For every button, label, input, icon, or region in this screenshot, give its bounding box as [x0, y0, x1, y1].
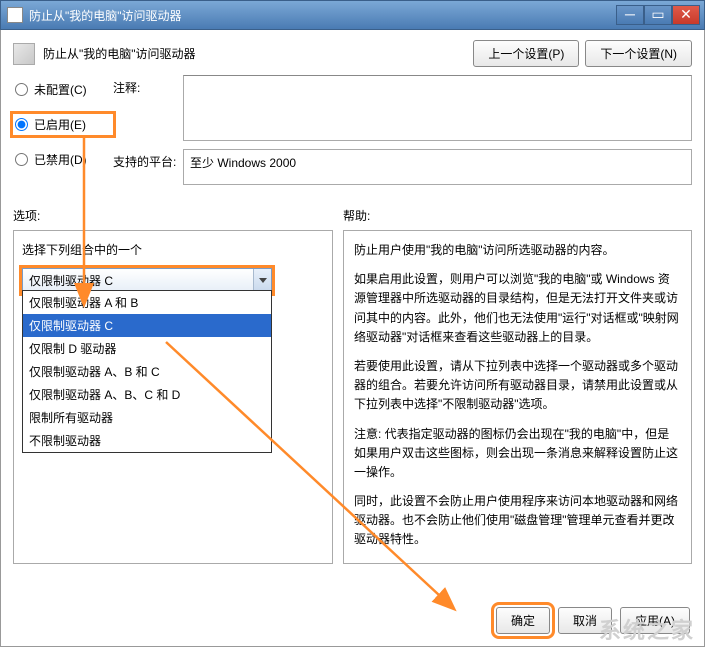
window-title: 防止从"我的电脑"访问驱动器 [29, 7, 616, 24]
options-section-label: 选项: [13, 207, 343, 224]
combo-item[interactable]: 仅限制 D 驱动器 [23, 337, 271, 360]
right-fields: 注释: 支持的平台: 至少 Windows 2000 [113, 75, 692, 193]
radio-disabled-input[interactable] [15, 153, 28, 166]
help-section-label: 帮助: [343, 207, 370, 224]
window-body: 防止从"我的电脑"访问驱动器 上一个设置(P) 下一个设置(N) 未配置(C) … [0, 30, 705, 647]
ok-button[interactable]: 确定 [496, 607, 550, 634]
help-p2: 如果启用此设置，则用户可以浏览"我的电脑"或 Windows 资源管理器中所选驱… [354, 270, 681, 347]
panels: 选择下列组合中的一个 仅限制驱动器 C 仅限制驱动器 A 和 B 仅限制驱动器 … [13, 230, 692, 564]
apply-button[interactable]: 应用(A) [620, 607, 690, 634]
section-labels: 选项: 帮助: [13, 207, 692, 224]
radio-not-configured-label: 未配置(C) [34, 81, 87, 98]
radio-not-configured-input[interactable] [15, 83, 28, 96]
combo-item[interactable]: 仅限制驱动器 A、B、C 和 D [23, 383, 271, 406]
next-setting-button[interactable]: 下一个设置(N) [585, 40, 692, 67]
help-panel: 防止用户使用"我的电脑"访问所选驱动器的内容。 如果启用此设置，则用户可以浏览"… [343, 230, 692, 564]
maximize-button[interactable]: ▭ [644, 5, 672, 25]
comment-input[interactable] [183, 75, 692, 141]
radio-enabled-label: 已启用(E) [34, 116, 86, 133]
radio-enabled-input[interactable] [15, 118, 28, 131]
nav-buttons: 上一个设置(P) 下一个设置(N) [473, 40, 692, 67]
options-panel: 选择下列组合中的一个 仅限制驱动器 C 仅限制驱动器 A 和 B 仅限制驱动器 … [13, 230, 333, 564]
radio-enabled[interactable]: 已启用(E) [13, 114, 113, 135]
help-p3: 若要使用此设置，请从下拉列表中选择一个驱动器或多个驱动器的组合。若要允许访问所有… [354, 357, 681, 415]
platform-value: 至少 Windows 2000 [183, 149, 692, 185]
help-p1: 防止用户使用"我的电脑"访问所选驱动器的内容。 [354, 241, 681, 260]
prev-setting-button[interactable]: 上一个设置(P) [473, 40, 579, 67]
radio-not-configured[interactable]: 未配置(C) [13, 79, 113, 100]
header-row: 防止从"我的电脑"访问驱动器 上一个设置(P) 下一个设置(N) [13, 40, 692, 67]
config-area: 未配置(C) 已启用(E) 已禁用(D) 注释: 支持的平台: 至少 Windo… [13, 75, 692, 193]
window-controls: ─ ▭ ✕ [616, 5, 700, 25]
combo-item[interactable]: 仅限制驱动器 A 和 B [23, 291, 271, 314]
minimize-button[interactable]: ─ [616, 5, 644, 25]
combo-item[interactable]: 限制所有驱动器 [23, 406, 271, 429]
drive-combo[interactable]: 仅限制驱动器 C 仅限制驱动器 A 和 B 仅限制驱动器 C 仅限制 D 驱动器… [22, 268, 272, 293]
comment-label: 注释: [113, 75, 183, 141]
combo-selected-text: 仅限制驱动器 C [29, 274, 113, 288]
footer-buttons: 确定 取消 应用(A) [496, 607, 690, 634]
platform-label: 支持的平台: [113, 149, 183, 185]
dropdown-label: 选择下列组合中的一个 [22, 241, 324, 258]
combo-list: 仅限制驱动器 A 和 B 仅限制驱动器 C 仅限制 D 驱动器 仅限制驱动器 A… [22, 290, 272, 453]
titlebar: 防止从"我的电脑"访问驱动器 ─ ▭ ✕ [0, 0, 705, 30]
combo-item[interactable]: 仅限制驱动器 A、B 和 C [23, 360, 271, 383]
comment-row: 注释: [113, 75, 692, 141]
combo-item[interactable]: 不限制驱动器 [23, 429, 271, 452]
cancel-button[interactable]: 取消 [558, 607, 612, 634]
radio-column: 未配置(C) 已启用(E) 已禁用(D) [13, 75, 113, 193]
policy-icon [13, 43, 35, 65]
platform-row: 支持的平台: 至少 Windows 2000 [113, 149, 692, 185]
policy-title: 防止从"我的电脑"访问驱动器 [43, 45, 473, 62]
close-button[interactable]: ✕ [672, 5, 700, 25]
help-p5: 同时，此设置不会防止用户使用程序来访问本地驱动器和网络驱动器。也不会防止他们使用… [354, 492, 681, 550]
help-p4: 注意: 代表指定驱动器的图标仍会出现在"我的电脑"中，但是如果用户双击这些图标，… [354, 425, 681, 483]
chevron-down-icon[interactable] [253, 269, 271, 292]
app-icon [7, 7, 23, 23]
radio-disabled-label: 已禁用(D) [34, 151, 87, 168]
combo-item[interactable]: 仅限制驱动器 C [23, 314, 271, 337]
radio-disabled[interactable]: 已禁用(D) [13, 149, 113, 170]
